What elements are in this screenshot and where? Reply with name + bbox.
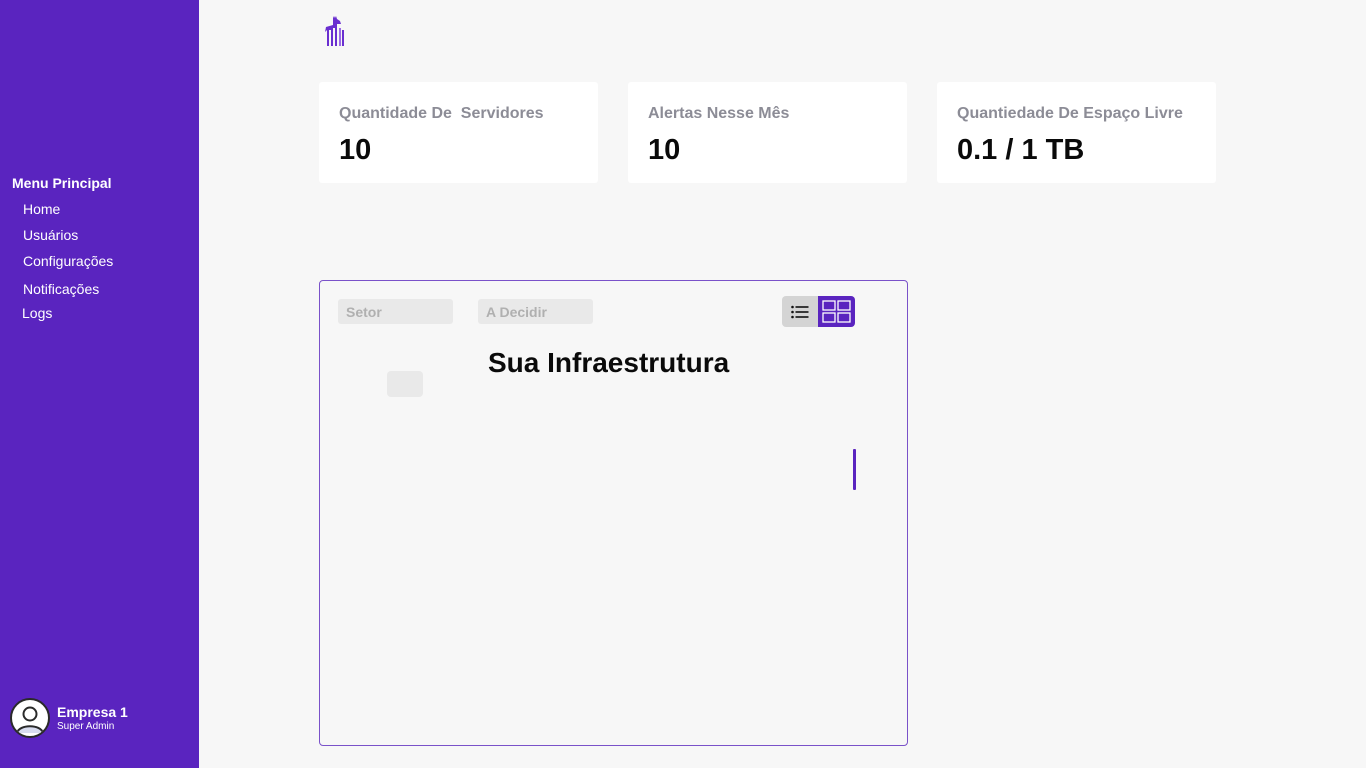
placeholder-box: [387, 371, 423, 397]
list-view-button[interactable]: [782, 296, 818, 327]
card-free-space-label: Quantiedade De Espaço Livre: [957, 105, 1183, 122]
menu-title: Menu Principal: [12, 175, 112, 191]
card-free-space-value: 0.1 / 1 TB: [957, 134, 1085, 166]
profile-name: Empresa 1: [57, 703, 128, 720]
grid-view-icon: [822, 300, 851, 323]
giraffe-logo-icon: [324, 16, 346, 51]
sidebar-item-configuracoes[interactable]: Configurações: [23, 253, 113, 269]
card-alerts-label: Alertas Nesse Mês: [648, 105, 790, 122]
view-toggle: [782, 296, 855, 327]
card-alerts: Alertas Nesse Mês 10: [628, 82, 907, 183]
card-alerts-value: 10: [648, 134, 681, 166]
card-servers-value: 10: [339, 134, 372, 166]
card-free-space: Quantiedade De Espaço Livre 0.1 / 1 TB: [937, 82, 1216, 183]
user-avatar-icon: [10, 698, 50, 738]
sector-filter[interactable]: Setor: [338, 299, 453, 324]
sidebar-item-home[interactable]: Home: [23, 201, 60, 217]
sidebar-item-logs[interactable]: Logs: [22, 305, 52, 321]
grid-view-button[interactable]: [818, 296, 855, 327]
card-servers-label: Quantidade De Servidores: [339, 105, 544, 122]
sidebar-item-usuarios[interactable]: Usuários: [23, 227, 78, 243]
decide-filter[interactable]: A Decidir: [478, 299, 593, 324]
panel-title: Sua Infraestrutura: [488, 347, 730, 378]
card-servers: Quantidade De Servidores 10: [319, 82, 598, 183]
user-profile[interactable]: Empresa 1 Super Admin: [10, 698, 128, 738]
sidebar-item-notificacoes[interactable]: Notificações: [23, 281, 99, 297]
profile-role: Super Admin: [57, 720, 115, 732]
infrastructure-panel: Setor A Decidir Sua Infraestrutura: [319, 280, 908, 746]
list-view-icon: [791, 305, 809, 318]
scroll-indicator[interactable]: [853, 449, 856, 490]
sidebar: Menu Principal Home Usuários Configuraçõ…: [0, 0, 199, 768]
